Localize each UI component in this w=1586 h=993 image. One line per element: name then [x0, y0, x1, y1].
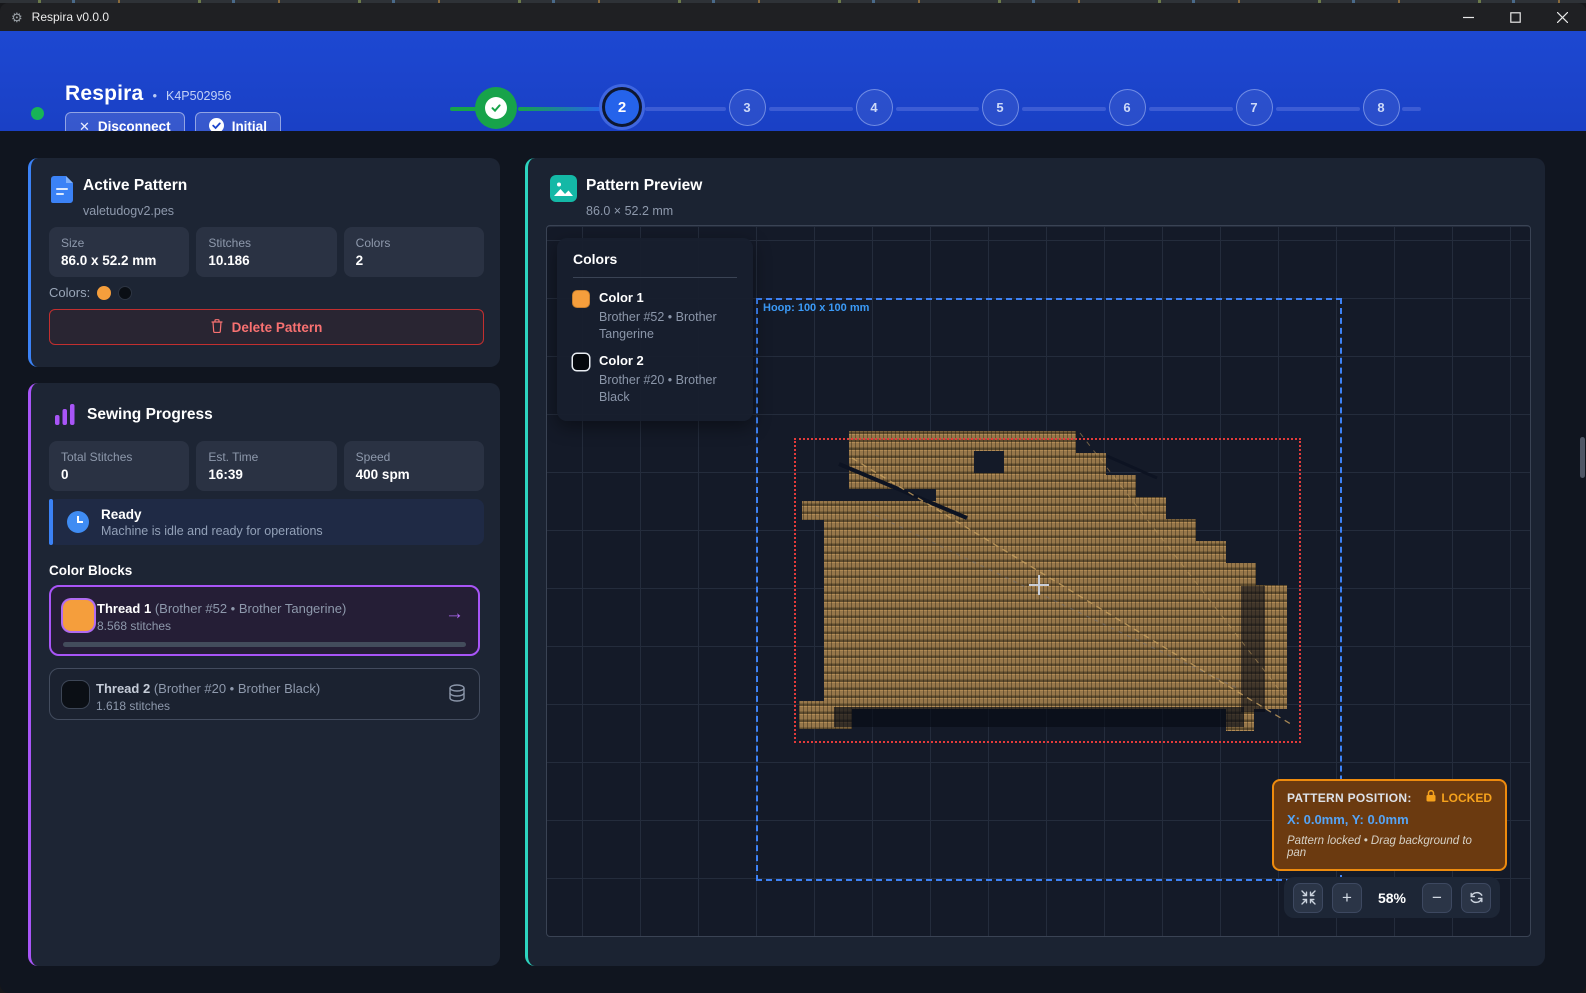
scrollbar-thumb[interactable]: [1580, 437, 1585, 478]
card-title: Sewing Progress: [87, 406, 213, 424]
close-button[interactable]: [1539, 3, 1586, 31]
titlebar[interactable]: ⚙ Respira v0.0.0: [0, 3, 1586, 31]
bar-chart-icon: [53, 403, 77, 427]
sewing-stats: Total Stitches 0 Est. Time 16:39 Speed 4…: [49, 441, 484, 491]
stat-size: Size 86.0 x 52.2 mm: [49, 227, 189, 277]
reset-view-button[interactable]: [1461, 883, 1491, 913]
color-swatch-black: [118, 286, 132, 300]
trash-icon: [211, 319, 223, 336]
connection-status-dot: [31, 107, 44, 120]
preview-dimensions: 86.0 × 52.2 mm: [586, 204, 673, 218]
lock-icon: [1426, 790, 1436, 805]
pattern-lock-hint: Pattern locked • Drag background to pan: [1287, 835, 1492, 859]
thread-row-1[interactable]: Thread 1 (Brother #52 • Brother Tangerin…: [49, 585, 480, 656]
zoom-level: 58%: [1371, 890, 1413, 906]
thread-row-2[interactable]: Thread 2 (Brother #20 • Brother Black) 1…: [49, 668, 480, 720]
image-icon: [550, 175, 577, 202]
pattern-coords: X: 0.0mm, Y: 0.0mm: [1287, 812, 1492, 827]
thread-swatch-black: [62, 681, 89, 708]
legend-swatch-black: [573, 354, 589, 370]
center-crosshair-icon: [1029, 575, 1049, 595]
maximize-button[interactable]: [1492, 3, 1539, 31]
machine-serial: K4P502956: [166, 89, 231, 103]
delete-pattern-button[interactable]: Delete Pattern: [49, 309, 484, 345]
pattern-preview-card: Pattern Preview 86.0 × 52.2 mm Hoop: 100…: [525, 158, 1545, 966]
sewing-progress-card: Sewing Progress Total Stitches 0 Est. Ti…: [28, 383, 500, 966]
thread-progress-bar: [63, 642, 466, 647]
color-blocks-label: Color Blocks: [49, 563, 132, 578]
thread-swatch-orange: [63, 600, 94, 631]
status-title: Ready: [101, 507, 323, 522]
stat-colors: Colors 2: [344, 227, 484, 277]
card-title: Pattern Preview: [586, 177, 702, 195]
active-pattern-card: Active Pattern valetudogv2.pes Size 86.0…: [28, 158, 500, 367]
app-name: Respira: [65, 82, 143, 106]
app-header: Respira • K4P502956 ✕ Disconnect Initial: [0, 31, 1586, 131]
stat-stitches: Stitches 10.186: [196, 227, 336, 277]
zoom-controls: + 58% −: [1284, 877, 1500, 918]
legend-swatch-orange: [573, 291, 589, 307]
colors-legend: Colors Color 1 Brother #52 • Brother Tan…: [557, 238, 753, 421]
pattern-stats: Size 86.0 x 52.2 mm Stitches 10.186 Colo…: [49, 227, 484, 277]
zoom-out-button[interactable]: −: [1422, 883, 1452, 913]
pattern-colors-row: Colors:: [49, 285, 132, 300]
layers-stack-icon: [448, 684, 466, 709]
stat-speed: Speed 400 spm: [344, 441, 484, 491]
app-window: ⚙ Respira v0.0.0 Respira • K4P502956 ✕ D…: [0, 0, 1586, 993]
preview-canvas[interactable]: Hoop: 100 x 100 mm: [546, 225, 1531, 937]
locked-label: LOCKED: [1441, 791, 1492, 805]
pattern-position-overlay: PATTERN POSITION: LOCKED X: 0.0mm, Y: 0.…: [1272, 779, 1507, 871]
card-title: Active Pattern: [83, 177, 187, 195]
stat-total-stitches: Total Stitches 0: [49, 441, 189, 491]
separator-bullet: •: [152, 88, 157, 103]
minimize-button[interactable]: [1445, 3, 1492, 31]
zoom-in-button[interactable]: +: [1332, 883, 1362, 913]
color-swatch-orange: [97, 286, 111, 300]
thread-stitch-count: 8.568 stitches: [97, 619, 171, 633]
status-subtitle: Machine is idle and ready for operations: [101, 524, 323, 538]
clock-icon: [67, 511, 89, 533]
stat-est-time: Est. Time 16:39: [196, 441, 336, 491]
machine-status-banner: Ready Machine is idle and ready for oper…: [49, 499, 484, 545]
thread-stitch-count: 1.618 stitches: [96, 699, 170, 713]
pattern-filename: valetudogv2.pes: [83, 204, 174, 218]
check-icon: [485, 97, 507, 119]
status-accent-bar: [49, 499, 53, 545]
document-icon: [51, 176, 73, 203]
legend-entry-color2: Color 2 Brother #20 • Brother Black: [573, 353, 737, 406]
legend-entry-color1: Color 1 Brother #52 • Brother Tangerine: [573, 290, 737, 343]
arrow-right-icon: →: [445, 603, 464, 625]
window-title: Respira v0.0.0: [32, 10, 109, 24]
app-icon: ⚙: [11, 11, 23, 24]
fit-view-button[interactable]: [1293, 883, 1323, 913]
